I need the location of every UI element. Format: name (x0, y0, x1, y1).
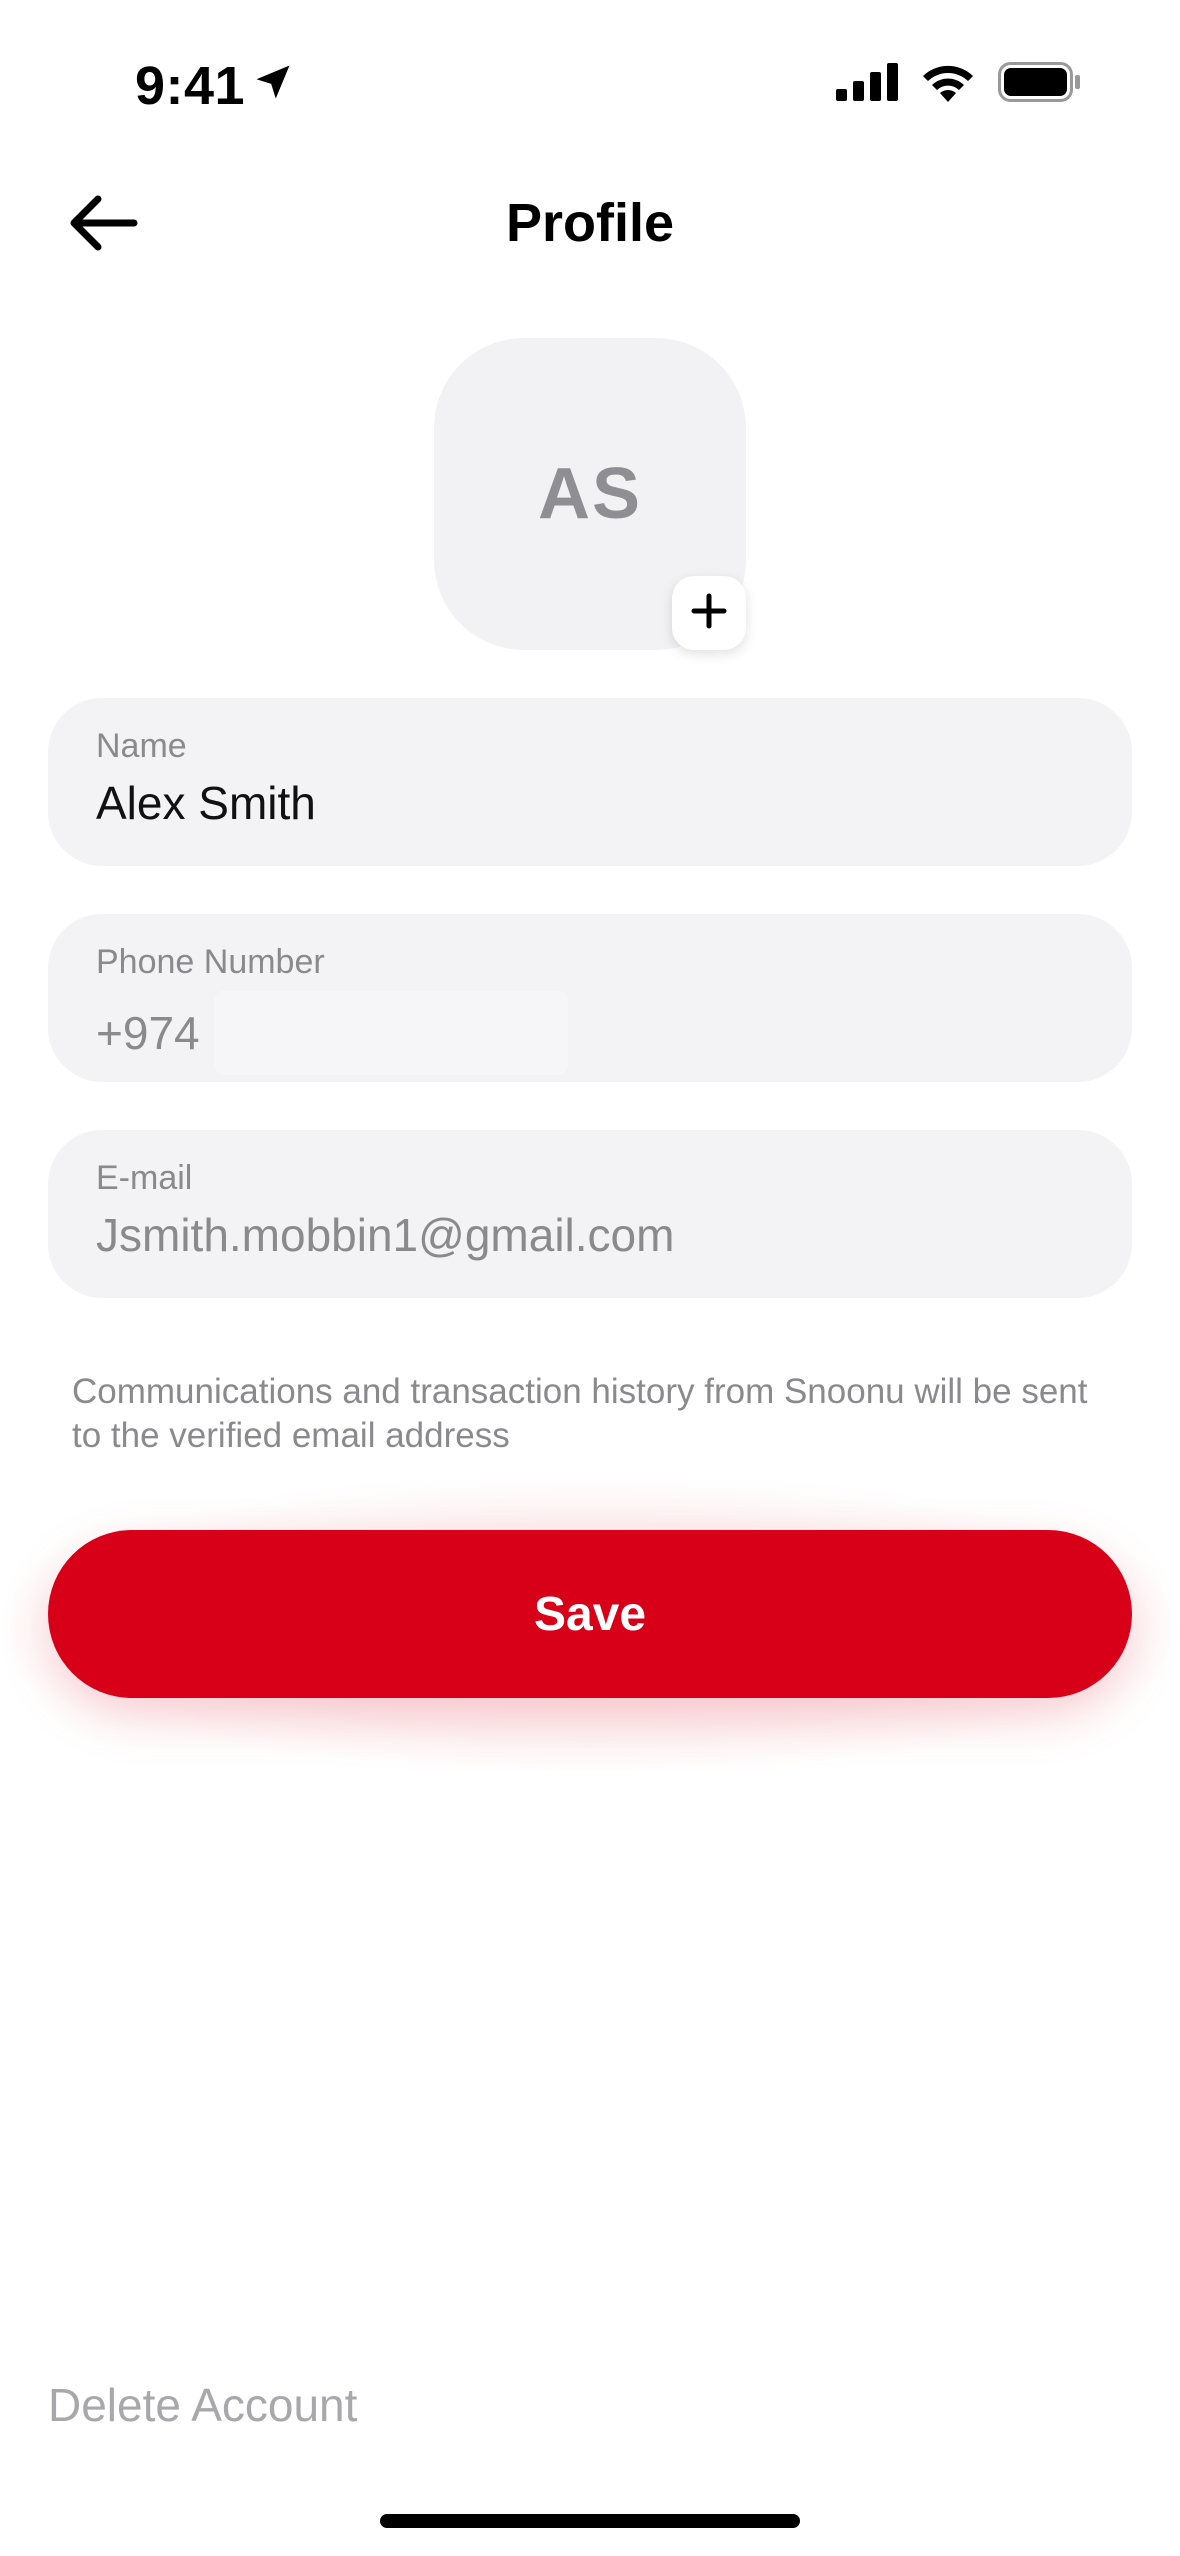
battery-icon (998, 62, 1080, 107)
add-photo-button[interactable] (672, 576, 746, 650)
delete-account-link[interactable]: Delete Account (48, 2378, 357, 2432)
cellular-signal-icon (836, 63, 898, 106)
name-field-label: Name (96, 727, 187, 765)
status-bar-time: 9:41 (135, 55, 295, 117)
email-hint-text: Communications and transaction history f… (72, 1372, 1088, 1455)
page-title: Profile (505, 193, 675, 253)
time-label: 9:41 (135, 56, 246, 116)
phone-row: +974 (96, 990, 1084, 1075)
phone-country-code[interactable]: +974 (96, 1006, 200, 1060)
location-arrow-icon (251, 55, 295, 117)
email-field-label: E-mail (96, 1159, 193, 1197)
name-input[interactable] (96, 774, 1084, 833)
email-input[interactable] (96, 1206, 1084, 1265)
email-field[interactable]: E-mail (48, 1130, 1132, 1298)
wifi-icon (920, 62, 976, 107)
phone-field[interactable]: Phone Number +974 (48, 914, 1132, 1082)
avatar-initials: AS (537, 454, 643, 534)
status-bar-icons (836, 62, 1080, 107)
phone-field-label: Phone Number (96, 943, 325, 981)
plus-icon (689, 591, 729, 636)
save-button[interactable]: Save (48, 1530, 1132, 1698)
name-field[interactable]: Name (48, 698, 1132, 866)
phone-input[interactable] (213, 990, 568, 1075)
profile-screen: 9:41 Profile AS Name Alex Smith Phone Nu… (0, 0, 1180, 2556)
home-indicator (380, 2514, 800, 2528)
